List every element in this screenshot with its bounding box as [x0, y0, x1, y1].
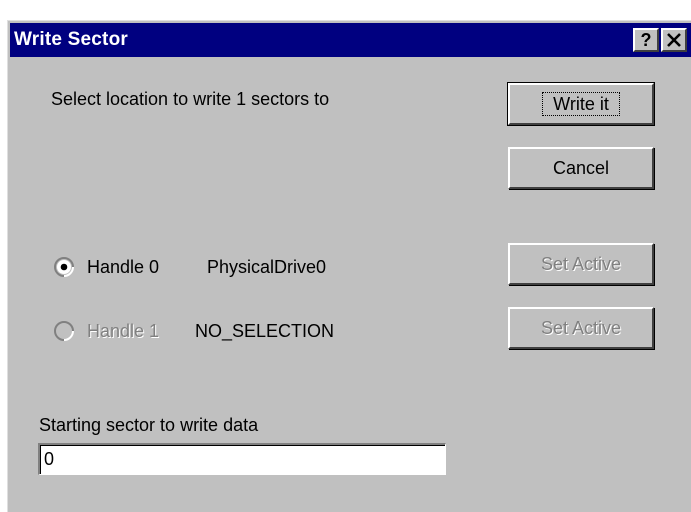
title-bar[interactable]: Write Sector ? [10, 23, 691, 57]
radio-unselected-icon [54, 321, 74, 341]
handle-0-radio[interactable] [54, 257, 74, 277]
handle-0-label: Handle 0 [87, 257, 160, 277]
cancel-button[interactable]: Cancel [508, 147, 654, 189]
handle-1-device: NO_SELECTION [195, 321, 335, 341]
close-button[interactable] [661, 28, 687, 52]
help-button[interactable]: ? [633, 28, 659, 52]
handle-0-device: PhysicalDrive0 [207, 257, 327, 277]
starting-sector-label: Starting sector to write data [39, 415, 259, 435]
window-title: Write Sector [14, 29, 128, 50]
radio-selected-icon [54, 257, 74, 277]
write-it-button[interactable]: Write it [507, 82, 655, 126]
write-sector-dialog: Write Sector ? Select location to write … [7, 20, 691, 512]
set-active-1-button[interactable]: Set Active [508, 307, 654, 349]
set-active-0-button[interactable]: Set Active [508, 243, 654, 285]
instruction-label: Select location to write 1 sectors to [51, 89, 330, 109]
close-icon [667, 33, 681, 47]
starting-sector-input[interactable] [38, 443, 446, 475]
handle-1-radio[interactable] [54, 321, 74, 341]
handle-1-label: Handle 1 [87, 321, 160, 341]
write-it-button-label: Write it [542, 92, 620, 116]
